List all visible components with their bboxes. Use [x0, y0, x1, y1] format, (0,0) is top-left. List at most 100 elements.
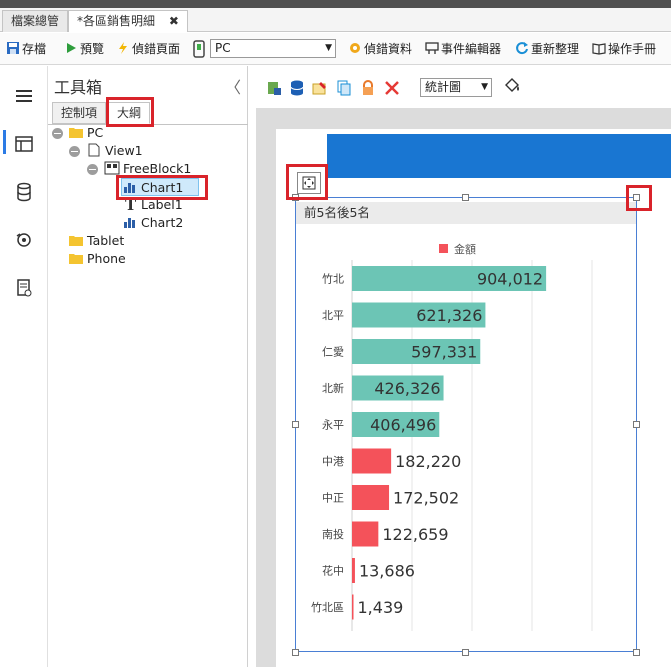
tree-node-pc[interactable]: PC — [68, 124, 103, 142]
document-tabs: 檔案總管 *各區銷售明細 ✖ — [0, 8, 671, 32]
category-label: 竹北區 — [311, 600, 344, 614]
category-label: 竹北 — [322, 272, 344, 286]
chart-type-value: 統計圖 — [425, 80, 462, 94]
delete-icon[interactable] — [384, 80, 400, 96]
legend-swatch — [439, 244, 448, 253]
toolbox-title: 工具箱 — [54, 78, 103, 97]
collapse-toggle-pc[interactable] — [52, 128, 63, 139]
folder-icon — [69, 128, 83, 138]
tree-node-label: FreeBlock1 — [123, 161, 192, 176]
category-label: 中正 — [322, 492, 344, 505]
category-label: 永平 — [322, 418, 344, 432]
resize-handle-top[interactable] — [462, 194, 469, 201]
collapse-toggle-view1[interactable] — [69, 146, 80, 157]
data-label: 426,326 — [374, 379, 440, 398]
chevron-down-icon: ▼ — [325, 43, 332, 53]
data-label: 597,331 — [411, 343, 477, 362]
category-label: 北平 — [322, 309, 344, 322]
chevron-down-icon: ▼ — [481, 82, 488, 92]
bar — [352, 448, 392, 474]
preview-button[interactable]: 預覽 — [64, 40, 104, 58]
highlight-chart1-node — [116, 175, 208, 200]
paint-bucket-icon[interactable] — [503, 77, 521, 95]
category-label: 北新 — [322, 381, 344, 395]
debug-data-button[interactable]: 偵錯資料 — [348, 40, 412, 58]
database-icon[interactable] — [289, 80, 305, 96]
highlight-outline-tab — [106, 97, 154, 127]
data-label: 172,502 — [393, 489, 459, 508]
sync-settings-icon[interactable] — [14, 230, 34, 250]
toolbox-panel: 工具箱 〈 控制項 大綱 — [48, 66, 248, 667]
collapse-toggle-freeblock1[interactable] — [87, 164, 98, 175]
data-label: 904,012 — [477, 270, 543, 289]
bar — [352, 594, 354, 620]
header-block[interactable] — [327, 134, 671, 178]
event-editor-button[interactable]: 事件編輯器 — [425, 40, 501, 58]
data-source-icon[interactable] — [266, 80, 282, 96]
data-label: 1,439 — [358, 598, 404, 617]
lock-icon[interactable] — [360, 80, 376, 96]
main-toolbar: 存檔 預覽 偵錯頁面 PC ▼ 偵錯資料 事件編輯器 重新整理 操作手冊 — [0, 33, 671, 65]
side-rail — [0, 66, 48, 667]
save-button[interactable]: 存檔 — [6, 40, 46, 58]
data-label: 406,496 — [370, 416, 436, 435]
copy-icon[interactable] — [336, 80, 352, 96]
debug-page-label: 偵錯頁面 — [132, 42, 181, 56]
collapse-panel-icon[interactable]: 〈 — [225, 74, 241, 98]
edit-icon[interactable] — [312, 80, 328, 96]
close-icon[interactable]: ✖ — [169, 14, 179, 28]
manual-label: 操作手冊 — [608, 42, 657, 56]
book-icon — [592, 43, 606, 55]
report-icon[interactable] — [14, 278, 34, 298]
tree-node-label: View1 — [105, 143, 143, 158]
device-select[interactable]: PC ▼ — [210, 39, 336, 58]
tree-node-tablet[interactable]: Tablet — [68, 232, 124, 250]
save-label: 存檔 — [22, 42, 47, 56]
lightning-icon — [119, 42, 127, 54]
category-label: 中港 — [322, 455, 344, 468]
reorganize-button[interactable]: 重新整理 — [515, 40, 579, 58]
app-window: 檔案總管 *各區銷售明細 ✖ 存檔 預覽 偵錯頁面 PC ▼ 偵錯資料 事件編輯… — [0, 0, 671, 667]
chart-title: 前5名後5名 — [296, 202, 636, 224]
tab-label: 檔案總管 — [11, 14, 60, 28]
data-label: 13,686 — [359, 562, 415, 581]
chart-type-select[interactable]: 統計圖 ▼ — [420, 78, 492, 97]
play-icon — [67, 43, 76, 53]
refresh-icon — [516, 42, 528, 55]
tree-node-label: Chart2 — [141, 215, 184, 230]
bar — [352, 485, 390, 510]
menu-icon[interactable] — [14, 86, 34, 106]
reorganize-label: 重新整理 — [531, 42, 580, 56]
folder-icon — [69, 254, 83, 264]
highlight-move-handle — [286, 164, 328, 200]
tab-sales-detail[interactable]: *各區銷售明細 ✖ — [68, 10, 188, 32]
manual-button[interactable]: 操作手冊 — [592, 40, 656, 58]
resize-handle-bottom[interactable] — [462, 649, 469, 656]
database-icon[interactable] — [14, 182, 34, 202]
layout-icon[interactable] — [14, 134, 34, 154]
category-label: 南投 — [322, 527, 344, 541]
tree-node-label: Tablet — [87, 233, 125, 248]
page-icon — [88, 143, 100, 157]
resize-handle-bottom-right[interactable] — [633, 649, 640, 656]
bar-chart: 金額竹北 904,012 北平 621,326 仁愛 597,331 北新 426,326 永平… — [311, 242, 593, 631]
data-label: 122,659 — [382, 525, 448, 544]
debug-page-button[interactable]: 偵錯頁面 — [116, 40, 180, 58]
block-icon — [104, 161, 120, 175]
tree-node-label: PC — [87, 125, 104, 140]
tab-controls[interactable]: 控制項 — [52, 102, 107, 124]
event-editor-icon — [425, 42, 439, 54]
phone-icon[interactable] — [192, 40, 206, 58]
active-indicator — [3, 130, 6, 154]
bar-chart-icon — [124, 218, 135, 228]
resize-handle-bottom-left[interactable] — [292, 649, 299, 656]
tree-node-view1[interactable]: View1 — [86, 142, 143, 160]
event-editor-label: 事件編輯器 — [441, 42, 502, 56]
tab-file-explorer[interactable]: 檔案總管 — [2, 10, 69, 32]
title-bar — [0, 0, 671, 8]
tree-node-chart2[interactable]: Chart2 — [122, 214, 183, 232]
gear-icon — [350, 43, 360, 53]
tree-node-phone[interactable]: Phone — [68, 250, 126, 268]
data-label: 621,326 — [416, 306, 482, 325]
save-icon — [7, 42, 19, 54]
